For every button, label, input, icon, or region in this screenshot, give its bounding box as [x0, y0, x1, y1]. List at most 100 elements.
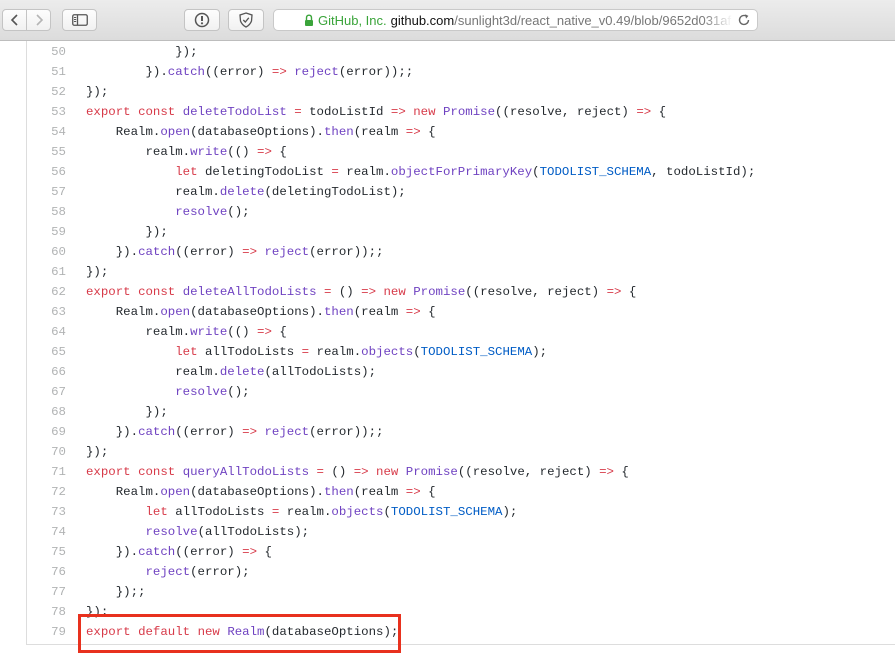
line-number[interactable]: 76: [26, 562, 66, 582]
line-number[interactable]: 63: [26, 302, 66, 322]
code-token: }).: [86, 65, 168, 79]
code-token: delete: [219, 365, 265, 379]
code-text: });: [86, 42, 198, 62]
code-token: ((error): [175, 245, 243, 259]
address-path: /sunlight3d/react_native_v0.49/blob/9652…: [454, 12, 732, 28]
code-token: Promise: [442, 105, 496, 119]
line-number[interactable]: 53: [26, 102, 66, 122]
code-token: let: [175, 345, 198, 359]
code-line: 55 realm.write(() => {: [0, 142, 895, 162]
line-number[interactable]: 55: [26, 142, 66, 162]
line-number[interactable]: 68: [26, 402, 66, 422]
forward-arrow-icon: [35, 14, 43, 26]
code-token: (error));;: [338, 65, 414, 79]
line-number[interactable]: 52: [26, 82, 66, 102]
sidebar-toggle-button[interactable]: [62, 9, 97, 31]
line-number[interactable]: 77: [26, 582, 66, 602]
code-view: 50 }); 51 }).catch((error) => reject(erro…: [0, 42, 895, 642]
reader-info-button[interactable]: [184, 9, 220, 31]
code-token: objects: [361, 345, 414, 359]
line-number[interactable]: 56: [26, 162, 66, 182]
line-number[interactable]: 69: [26, 422, 66, 442]
line-number[interactable]: 73: [26, 502, 66, 522]
line-number[interactable]: 60: [26, 242, 66, 262]
line-number[interactable]: 62: [26, 282, 66, 302]
line-number[interactable]: 72: [26, 482, 66, 502]
line-number[interactable]: 65: [26, 342, 66, 362]
code-token: (: [532, 165, 540, 179]
code-token: export: [86, 285, 131, 299]
back-button[interactable]: [2, 9, 27, 31]
code-token: write: [190, 145, 228, 159]
code-token: TODOLIST_SCHEMA: [420, 345, 533, 359]
line-number[interactable]: 75: [26, 542, 66, 562]
code-token: const: [138, 465, 176, 479]
reload-icon[interactable]: [737, 13, 751, 27]
code-token: then: [323, 125, 354, 139]
line-number[interactable]: 58: [26, 202, 66, 222]
code-token: allTodoLists: [167, 505, 272, 519]
line-number[interactable]: 79: [26, 622, 66, 642]
code-line: 58 resolve();: [0, 202, 895, 222]
line-number[interactable]: 66: [26, 362, 66, 382]
code-text: export const deleteAllTodoLists = () => …: [86, 282, 636, 302]
code-token: {: [420, 305, 436, 319]
code-token: realm.: [86, 325, 191, 339]
code-token: (databaseOptions).: [190, 485, 324, 499]
line-number[interactable]: 64: [26, 322, 66, 342]
code-text: });;: [86, 582, 146, 602]
code-token: let: [145, 505, 168, 519]
code-token: Promise: [413, 285, 466, 299]
code-token: open: [160, 125, 191, 139]
code-token: TODOLIST_SCHEMA: [390, 505, 503, 519]
code-token: {: [257, 545, 272, 559]
code-line: 61});: [0, 262, 895, 282]
code-token: });: [86, 445, 109, 459]
code-token: {: [271, 145, 287, 159]
code-token: =: [316, 465, 324, 479]
code-token: {: [621, 285, 637, 299]
line-number[interactable]: 59: [26, 222, 66, 242]
code-token: {: [651, 105, 667, 119]
privacy-shield-button[interactable]: [228, 9, 264, 31]
code-text: let deletingTodoList = realm.objectForPr…: [86, 162, 755, 182]
code-token: reject: [264, 245, 310, 259]
code-token: =>: [257, 145, 272, 159]
line-number[interactable]: 67: [26, 382, 66, 402]
code-token: ((error): [175, 425, 243, 439]
code-token: open: [160, 485, 191, 499]
code-text: export const deleteTodoList = todoListId…: [86, 102, 666, 122]
line-number[interactable]: 74: [26, 522, 66, 542]
code-text: }).catch((error) => {: [86, 542, 272, 562]
line-number[interactable]: 50: [26, 42, 66, 62]
line-number[interactable]: 78: [26, 602, 66, 622]
code-token: =>: [242, 245, 258, 259]
code-line: 60 }).catch((error) => reject(error));;: [0, 242, 895, 262]
code-token: =>: [606, 285, 622, 299]
line-number[interactable]: 61: [26, 262, 66, 282]
line-number[interactable]: 70: [26, 442, 66, 462]
line-number[interactable]: 57: [26, 182, 66, 202]
code-text: });: [86, 222, 167, 242]
code-line: 77 });;: [0, 582, 895, 602]
code-token: =: [331, 165, 339, 179]
code-token: });: [86, 85, 109, 99]
line-number[interactable]: 71: [26, 462, 66, 482]
code-line: 68 });: [0, 402, 895, 422]
code-token: (databaseOptions).: [190, 125, 324, 139]
address-bar[interactable]: GitHub, Inc. github.com/sunlight3d/react…: [273, 9, 758, 31]
code-text: reject(error);: [86, 562, 250, 582]
forward-button[interactable]: [26, 9, 51, 31]
code-token: export: [86, 105, 131, 119]
code-line: 64 realm.write(() => {: [0, 322, 895, 342]
code-token: =>: [390, 105, 406, 119]
code-token: (realm: [353, 485, 406, 499]
code-token: });: [86, 45, 198, 59]
line-number[interactable]: 54: [26, 122, 66, 142]
line-number[interactable]: 51: [26, 62, 66, 82]
